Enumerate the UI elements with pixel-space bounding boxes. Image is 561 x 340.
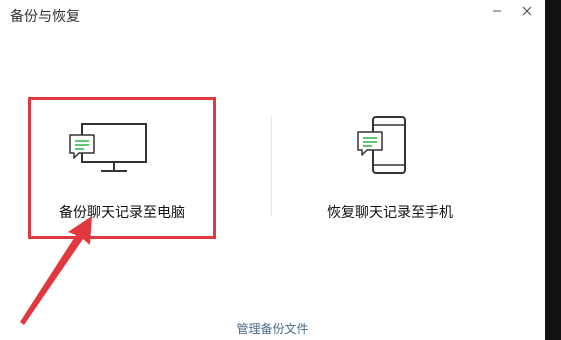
- manage-backup-files-link[interactable]: 管理备份文件: [0, 320, 545, 337]
- option-divider: [271, 116, 272, 216]
- restore-to-phone-option[interactable]: 恢复聊天记录至手机: [275, 98, 505, 238]
- window-title: 备份与恢复: [10, 9, 80, 25]
- restore-to-phone-label: 恢复聊天记录至手机: [327, 205, 453, 221]
- backup-restore-window: 备份与恢复 备份聊天记录至电脑 恢复聊天记录至手机 管理备份文件: [0, 0, 545, 340]
- backup-to-computer-label: 备份聊天记录至电脑: [59, 205, 185, 221]
- minimize-button[interactable]: [484, 0, 510, 22]
- computer-chat-icon: [69, 123, 147, 172]
- background-edge: [545, 0, 561, 340]
- minimize-icon: [493, 10, 501, 12]
- close-icon: [522, 6, 532, 16]
- backup-to-computer-option[interactable]: 备份聊天记录至电脑: [29, 98, 215, 238]
- close-button[interactable]: [514, 0, 540, 22]
- phone-chat-icon: [357, 116, 406, 174]
